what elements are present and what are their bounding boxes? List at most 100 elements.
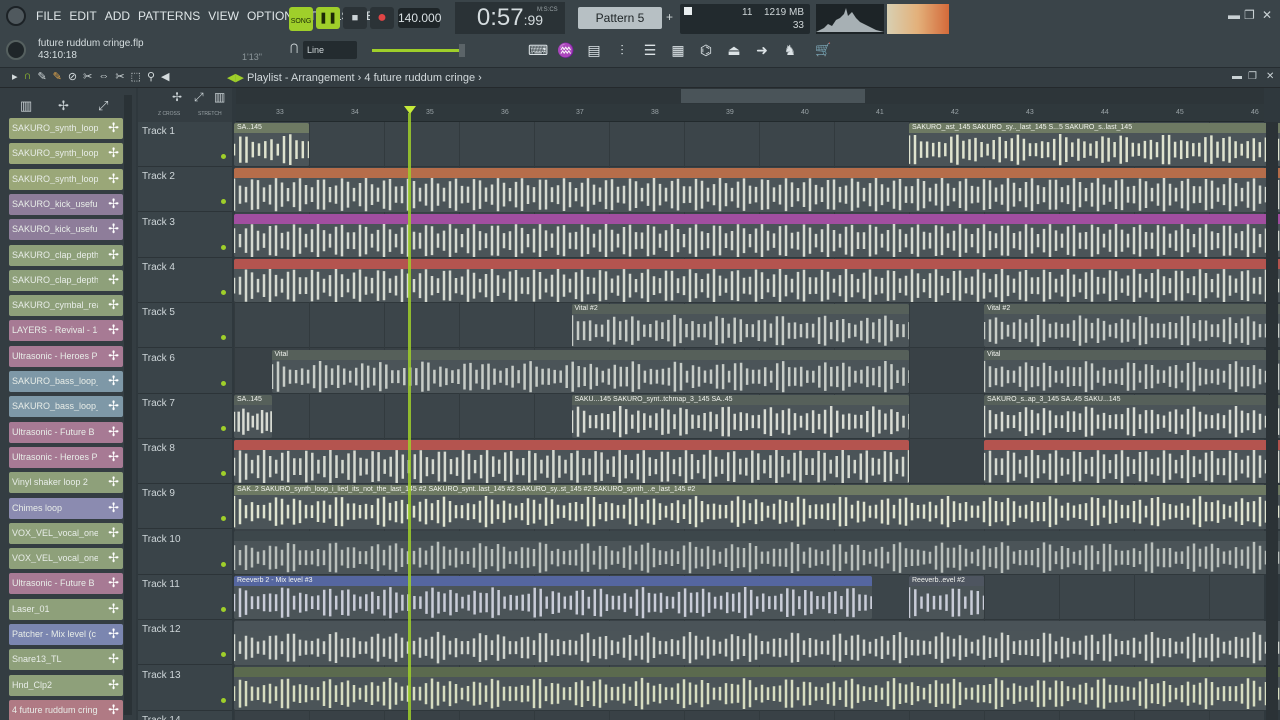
move-handle-icon[interactable]: ✢ [108, 171, 119, 186]
clip-source-item[interactable]: SAKURO_kick_useful ✢ [9, 219, 123, 241]
track-mute-led[interactable] [221, 154, 226, 159]
track-header[interactable]: Track 11 [138, 575, 232, 620]
song-mode-button[interactable]: SONG [289, 7, 313, 31]
playlist-minimize-icon[interactable]: ▬ [1232, 71, 1242, 82]
playlist-clip[interactable] [234, 666, 1280, 710]
playlist-title[interactable]: Playlist - Arrangement [247, 72, 355, 84]
playlist-clip[interactable] [234, 621, 1280, 665]
slice-tool-icon[interactable]: ✂ [115, 70, 124, 83]
track-header[interactable]: Track 6 [138, 349, 232, 394]
add-pattern-icon[interactable]: + [666, 10, 673, 24]
track-header[interactable]: Track 10 [138, 530, 232, 575]
clip-source-item[interactable]: SAKURO_bass_loop_1 ✢ [9, 371, 123, 392]
move-handle-icon[interactable]: ✢ [108, 551, 119, 565]
track-header[interactable]: Track 14 [138, 711, 232, 720]
track-mute-led[interactable] [221, 425, 226, 431]
playlist-clip[interactable]: SAK..2 SAKURO_synth_loop_i_lied_its_not_… [234, 485, 1280, 529]
playback-tool-icon[interactable]: ◀ [161, 70, 169, 83]
arrangement-name[interactable]: 4 future ruddum cringe [364, 72, 475, 84]
move-handle-icon[interactable]: ✢ [108, 222, 119, 236]
playlist-clip[interactable] [234, 258, 1280, 303]
track-lane[interactable] [234, 711, 1264, 720]
record-button[interactable]: ● [370, 7, 394, 29]
move-handle-icon[interactable]: ✢ [108, 652, 119, 666]
playlist-clip[interactable]: Reeverb..evel #2 [909, 576, 984, 620]
picker-scrollbar[interactable] [124, 95, 132, 715]
pause-button[interactable]: ❚❚ [316, 7, 340, 29]
plugin-icon[interactable]: ⌬ [696, 40, 716, 60]
move-handle-icon[interactable]: ✢ [108, 475, 119, 489]
playlist-clip[interactable]: Vital [271, 349, 909, 393]
clip-source-item[interactable]: Patcher - Mix level (c ✢ [9, 624, 123, 645]
playlist-clip[interactable]: Vital #2 [984, 304, 1280, 348]
track-mute-led[interactable] [221, 652, 226, 658]
track-mute-led[interactable] [221, 471, 226, 477]
tempo-display[interactable]: 140.000 [398, 8, 441, 28]
clip-source-item[interactable]: Laser_01 ✢ [9, 598, 123, 620]
pattern-selector[interactable]: Pattern 5 [578, 7, 662, 29]
playlist-clip[interactable]: SAKU...145 SAKURO_synt..tchmap_3_145 SA.… [571, 394, 909, 439]
timeline-ruler[interactable]: 33 34 35 36 37 38 39 40 41 42 43 44 45 46 [236, 104, 1264, 122]
paint-tool-icon[interactable]: ✎ [53, 70, 62, 83]
track-header[interactable]: Track 8 [138, 439, 232, 485]
track-mute-led[interactable] [221, 380, 226, 386]
song-time-display[interactable]: 0:57:99 M:S:CS [455, 2, 565, 34]
slip-tool-icon[interactable]: ⇔ [98, 70, 109, 83]
snap-selector[interactable]: Line [303, 41, 357, 59]
playlist-clip[interactable] [984, 440, 1280, 484]
clip-source-item[interactable]: VOX_VEL_vocal_ones ✢ [9, 548, 123, 570]
playlist-clip[interactable]: SAKURO_s..ap_3_145 SA..45 SAKU...145 [984, 394, 1280, 439]
view-resize-icon[interactable]: ⤢ [194, 90, 204, 105]
move-handle-icon[interactable]: ✢ [108, 348, 119, 363]
delete-tool-icon[interactable]: ⊘ [68, 70, 77, 83]
picker-move-icon[interactable]: ✢ [58, 98, 69, 114]
playlist-clip[interactable] [234, 530, 1280, 574]
move-handle-icon[interactable]: ✢ [108, 424, 119, 439]
move-handle-icon[interactable]: ✢ [108, 525, 119, 540]
menu-item-file[interactable]: FILE [36, 9, 61, 23]
slider-handle[interactable] [459, 44, 465, 57]
fl-logo-icon[interactable] [6, 6, 26, 26]
playlist-clip[interactable]: Vital [984, 349, 1280, 393]
clip-source-item[interactable]: Snare13_TL ✢ [9, 649, 123, 671]
playlist-close-icon[interactable]: ✕ [1266, 71, 1274, 82]
piano-roll-icon[interactable]: ▦ [668, 40, 688, 60]
playlist-horizontal-scrollbar[interactable] [236, 88, 1264, 104]
playlist-clip[interactable] [234, 440, 909, 484]
move-handle-icon[interactable]: ✢ [108, 627, 119, 641]
select-tool-icon[interactable]: ⬚ [131, 70, 141, 83]
playlist-clip[interactable]: SA..145 [234, 394, 272, 439]
clip-source-item[interactable]: Ultrasonic - Future B ✢ [9, 573, 123, 595]
move-handle-icon[interactable]: ✢ [108, 247, 119, 262]
playlist-clip[interactable]: SAKURO_ast_145 SAKURO_sy.._last_145 S...… [909, 123, 1280, 167]
minimize-icon[interactable]: ▬ [1228, 8, 1240, 22]
playlist-clip[interactable]: Reeverb 2 - Mix level #3 [234, 576, 872, 620]
move-handle-icon[interactable]: ✢ [108, 146, 119, 160]
clip-source-item[interactable]: SAKURO_kick_useful ✢ [9, 193, 123, 215]
clip-source-item[interactable]: Ultrasonic - Heroes P ✢ [9, 446, 123, 468]
tempo-tap-icon[interactable]: ♞ [780, 40, 800, 60]
menu-item-view[interactable]: VIEW [208, 9, 239, 23]
shop-cart-icon[interactable]: 🛒 [815, 42, 831, 58]
clip-source-item[interactable]: Vinyl shaker loop 2 ✢ [9, 472, 123, 494]
menu-item-edit[interactable]: EDIT [69, 9, 96, 23]
track-header[interactable]: Track 13 [138, 666, 232, 711]
menu-arrow-icon[interactable]: ▸ [12, 70, 18, 83]
typing-keyboard-icon[interactable]: ⌨ [528, 40, 548, 60]
draw-tool-icon[interactable]: ✎ [37, 70, 46, 83]
clip-source-item[interactable]: SAKURO_clap_depth ✢ [9, 269, 123, 291]
move-handle-icon[interactable]: ✢ [108, 449, 119, 464]
track-mute-led[interactable] [221, 289, 226, 295]
track-mute-led[interactable] [221, 697, 226, 703]
move-handle-icon[interactable]: ✢ [108, 374, 119, 388]
menu-item-patterns[interactable]: PATTERNS [138, 9, 200, 23]
browser-icon[interactable]: ☰ [640, 40, 660, 60]
clip-source-item[interactable]: SAKURO_clap_depth ✢ [9, 244, 123, 266]
track-header[interactable]: Track 1 [138, 122, 232, 167]
track-mute-led[interactable] [221, 561, 226, 567]
view-move-icon[interactable]: ✢ [172, 90, 182, 104]
menu-item-add[interactable]: ADD [105, 9, 130, 23]
channel-rack-icon[interactable]: ▤ [584, 40, 604, 60]
track-mute-led[interactable] [221, 199, 226, 205]
picker-patterns-icon[interactable]: ▥ [20, 98, 32, 114]
